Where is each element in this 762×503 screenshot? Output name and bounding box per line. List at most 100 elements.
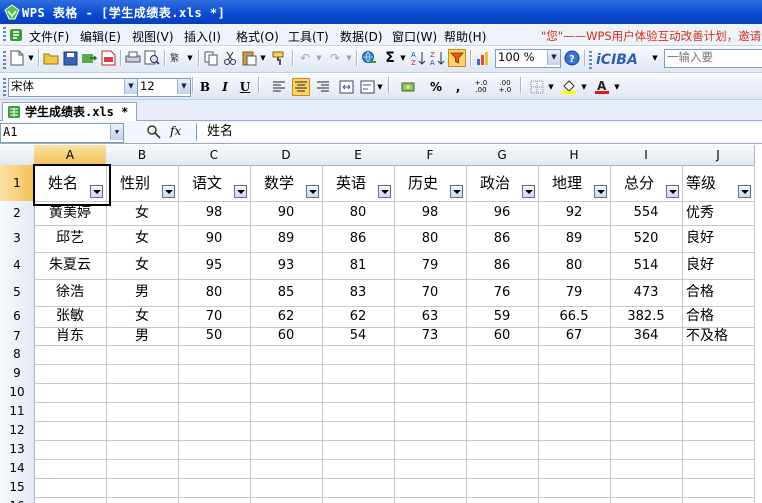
cell-a4[interactable]: 朱夏云 [34,252,107,280]
autosum-icon[interactable]: Σ [381,49,399,67]
currency-format-icon[interactable] [400,78,418,96]
cell-g7[interactable]: 60 [466,327,539,346]
zoom-dropdown-chevron-icon[interactable]: ▼ [547,50,560,65]
autofilter-dropdown-icon[interactable] [738,185,751,198]
row-header-13[interactable]: 13 [0,440,35,460]
cell-b1[interactable]: 性别 [106,165,179,202]
cell-c1[interactable]: 语文 [178,165,251,202]
magnifier-icon[interactable] [146,124,162,140]
cell-d6[interactable]: 62 [250,306,323,328]
cell-f12[interactable] [394,421,467,441]
autofilter-dropdown-icon[interactable] [306,185,319,198]
row-header-6[interactable]: 6 [0,306,35,328]
cell-e3[interactable]: 86 [322,225,395,253]
row-header-14[interactable]: 14 [0,459,35,479]
cell-b10[interactable] [106,383,179,403]
borders-icon[interactable] [528,78,546,96]
cell-c15[interactable] [178,478,251,498]
cell-f14[interactable] [394,459,467,479]
column-header-e[interactable]: E [322,145,395,166]
cell-a12[interactable] [34,421,107,441]
cell-h13[interactable] [538,440,611,460]
autofilter-toggle-icon[interactable] [448,49,466,67]
decrease-decimal-button[interactable]: .00 +.0 [496,78,514,96]
column-header-g[interactable]: G [466,145,539,166]
cell-f16[interactable] [394,497,467,503]
cell-i13[interactable] [610,440,683,460]
cell-b6[interactable]: 女 [106,306,179,328]
cell-d7[interactable]: 60 [250,327,323,346]
cell-b7[interactable]: 男 [106,327,179,346]
column-header-h[interactable]: H [538,145,611,166]
cell-g3[interactable]: 86 [466,225,539,253]
save-icon[interactable] [61,49,79,67]
font-name-chevron-icon[interactable]: ▼ [124,79,137,94]
cell-i6[interactable]: 382.5 [610,306,683,328]
row-header-12[interactable]: 12 [0,421,35,441]
format-toolbar-grip-handle[interactable] [3,78,6,96]
cell-h2[interactable]: 92 [538,201,611,226]
cell-c2[interactable]: 98 [178,201,251,226]
cell-j12[interactable] [682,421,755,441]
cell-g16[interactable] [466,497,539,503]
autofilter-dropdown-icon[interactable] [234,185,247,198]
cell-d4[interactable]: 93 [250,252,323,280]
sort-ascending-icon[interactable]: AZ [410,49,428,67]
cell-c5[interactable]: 80 [178,279,251,307]
cell-e1[interactable]: 英语 [322,165,395,202]
menu-data[interactable]: 数据(D) [340,28,383,45]
export-pdf-icon[interactable] [99,49,117,67]
cell-e9[interactable] [322,364,395,384]
menu-tools[interactable]: 工具(T) [288,28,329,45]
row-header-1[interactable]: 1 [0,165,35,202]
menu-insert[interactable]: 插入(I) [184,28,221,45]
cell-h10[interactable] [538,383,611,403]
iciba-logo[interactable]: iCIBA [596,51,650,69]
cell-g4[interactable]: 86 [466,252,539,280]
cell-a16[interactable] [34,497,107,503]
cell-j14[interactable] [682,459,755,479]
cell-f1[interactable]: 历史 [394,165,467,202]
menu-edit[interactable]: 编辑(E) [80,28,121,45]
cell-e16[interactable] [322,497,395,503]
wrap-text-icon[interactable] [358,78,376,96]
font-size-chevron-icon[interactable]: ▼ [177,79,190,94]
cell-h11[interactable] [538,402,611,422]
tab-student-grades[interactable]: 学生成绩表.xls * [2,102,138,122]
cell-g2[interactable]: 96 [466,201,539,226]
cell-e2[interactable]: 80 [322,201,395,226]
print-icon[interactable] [124,49,142,67]
name-box[interactable]: A1 ▼ [0,123,124,143]
cell-d16[interactable] [250,497,323,503]
cell-f13[interactable] [394,440,467,460]
cell-j11[interactable] [682,402,755,422]
cell-e14[interactable] [322,459,395,479]
cell-a14[interactable] [34,459,107,479]
cell-c14[interactable] [178,459,251,479]
row-header-7[interactable]: 7 [0,327,35,346]
cell-e10[interactable] [322,383,395,403]
column-header-i[interactable]: I [610,145,683,166]
bold-button[interactable]: B [196,78,214,96]
sort-descending-icon[interactable]: ZA [429,49,447,67]
name-box-chevron-icon[interactable]: ▼ [110,124,123,140]
cell-d10[interactable] [250,383,323,403]
menubar-grip-handle[interactable] [3,27,6,43]
cell-g15[interactable] [466,478,539,498]
cell-i12[interactable] [610,421,683,441]
font-color-icon[interactable]: A [593,78,611,96]
wrap-dropdown-chevron-icon[interactable]: ▼ [375,78,385,96]
cell-a2[interactable]: 黄美婷 [34,201,107,226]
cell-e15[interactable] [322,478,395,498]
autofilter-dropdown-icon[interactable] [90,185,103,198]
cell-g1[interactable]: 政治 [466,165,539,202]
cell-j10[interactable] [682,383,755,403]
percent-style-button[interactable]: % [427,78,445,96]
cell-i2[interactable]: 554 [610,201,683,226]
cell-g12[interactable] [466,421,539,441]
cell-b15[interactable] [106,478,179,498]
autofilter-dropdown-icon[interactable] [162,185,175,198]
cell-a15[interactable] [34,478,107,498]
merge-center-icon[interactable] [337,78,355,96]
align-right-icon[interactable] [314,78,332,96]
